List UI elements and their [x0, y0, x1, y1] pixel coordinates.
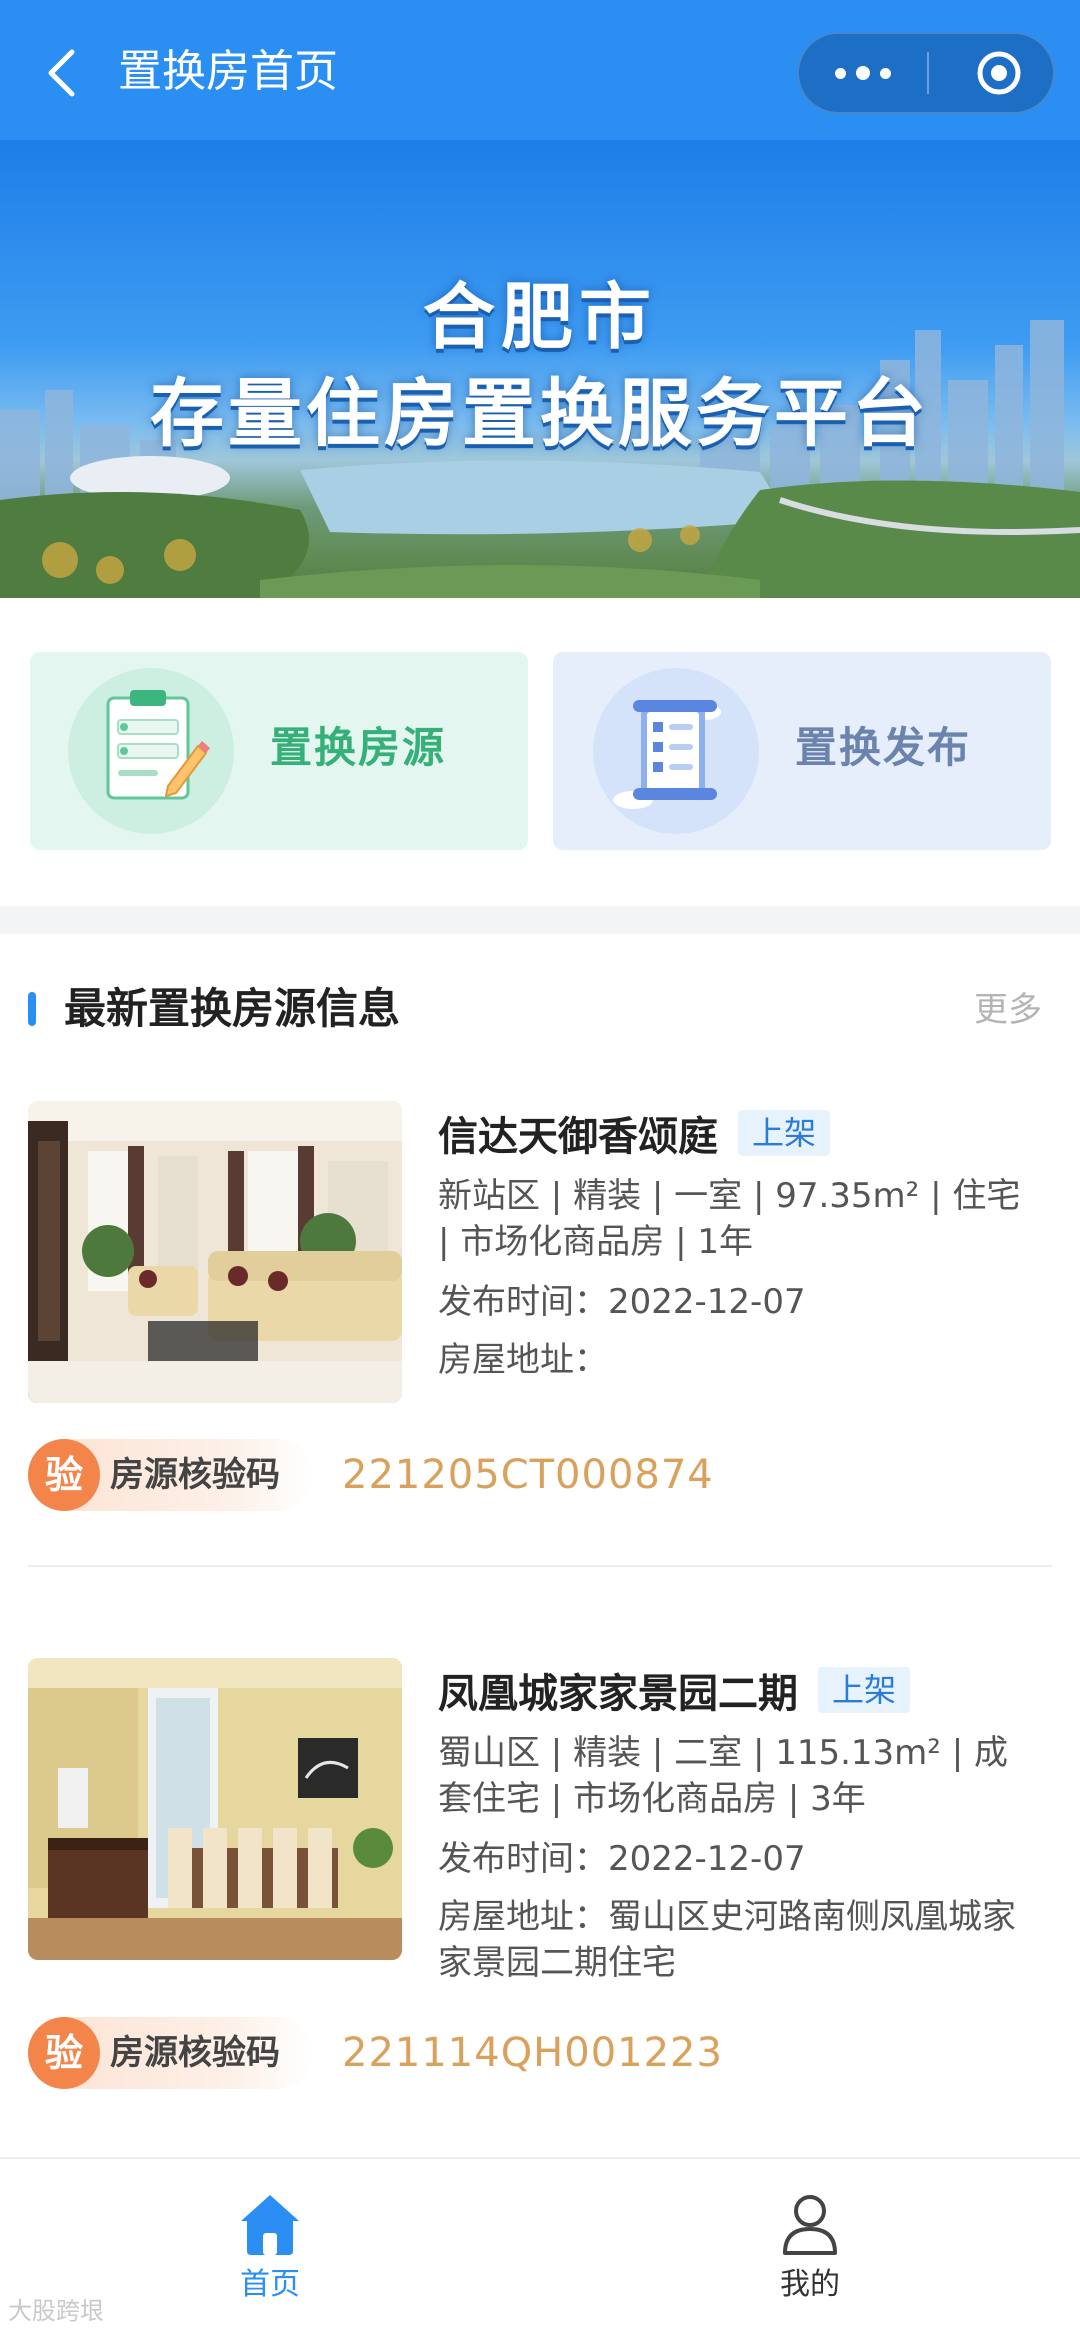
page: 置换房首页 合肥市 存量住房置换服务平台 置换房源 置换发布 最新置换房源信息 …: [0, 0, 1080, 2329]
listing-photo: [28, 1101, 402, 1403]
section-divider: [0, 906, 1080, 934]
target-circle-icon: [977, 51, 1021, 95]
back-button[interactable]: [36, 38, 86, 108]
verify-code: 221205CT000874: [342, 1452, 714, 1498]
listing-publish-time: 发布时间：2022-12-07: [438, 1839, 806, 1879]
tab-mine[interactable]: 我的: [710, 2189, 910, 2309]
banner-title-platform: 存量住房置换服务平台: [150, 371, 930, 457]
listing-name-row: 凤凰城家家景园二期 上架: [438, 1658, 911, 1722]
verify-code-tag: 验 房源核验码: [28, 1439, 314, 1511]
listing-name: 凤凰城家家景园二期: [438, 1671, 798, 1717]
more-link[interactable]: 更多: [974, 986, 1042, 1034]
verify-label: 房源核验码: [110, 2033, 280, 2073]
swap-publish-label: 置换发布: [795, 723, 972, 772]
watermark-text: 大股跨垠: [8, 2297, 104, 2325]
listing-photo: [28, 1658, 402, 1960]
quick-actions: 置换房源 置换发布: [0, 598, 1080, 906]
listing-name-row: 信达天御香颂庭 上架: [438, 1101, 831, 1165]
listing-name: 信达天御香颂庭: [438, 1114, 718, 1160]
status-badge: 上架: [818, 1667, 911, 1713]
chevron-left-icon: [48, 49, 75, 97]
section-title: 最新置换房源信息: [64, 984, 401, 1033]
swap-listings-card[interactable]: 置换房源: [30, 652, 528, 850]
more-dots-icon: [835, 67, 846, 79]
hero-banner[interactable]: 合肥市 存量住房置换服务平台: [0, 140, 1080, 598]
swap-listings-label: 置换房源: [270, 723, 447, 772]
mini-program-capsule: [797, 32, 1055, 114]
tab-mine-label: 我的: [780, 2267, 840, 2302]
listing-description: 新站区 | 精装 | 一室 | 97.35m² | 住宅 | 市场化商品房 | …: [438, 1176, 1021, 1262]
capsule-divider: [927, 52, 929, 94]
bottom-tab-bar: 首页 我的: [0, 2157, 1080, 2329]
listing-item[interactable]: 信达天御香颂庭 上架 新站区 | 精装 | 一室 | 97.35m² | 住宅 …: [0, 1101, 1080, 1481]
verify-code: 221114QH001223: [342, 2030, 723, 2076]
more-button[interactable]: [799, 34, 927, 112]
section-accent-bar: [28, 992, 36, 1026]
list-divider: [28, 1565, 1052, 1567]
close-mini-program-button[interactable]: [949, 34, 1049, 112]
latest-listings-header: 最新置换房源信息 更多: [0, 934, 1080, 1090]
clipboard-form-icon: [68, 668, 234, 834]
user-icon: [783, 2195, 837, 2255]
listing-address: 房屋地址：: [438, 1340, 608, 1380]
tab-home[interactable]: 首页: [170, 2189, 370, 2309]
tab-home-label: 首页: [240, 2267, 300, 2302]
verify-badge-icon: 验: [28, 2017, 100, 2089]
banner-title-city: 合肥市: [422, 275, 657, 359]
verify-label: 房源核验码: [110, 1455, 280, 1495]
swap-publish-card[interactable]: 置换发布: [553, 652, 1051, 850]
verify-badge-icon: 验: [28, 1439, 100, 1511]
listing-description: 蜀山区 | 精装 | 二室 | 115.13m² | 成套住宅 | 市场化商品房…: [438, 1733, 1008, 1819]
verify-code-tag: 验 房源核验码: [28, 2017, 314, 2089]
home-icon: [241, 2195, 299, 2255]
listing-publish-time: 发布时间：2022-12-07: [438, 1282, 806, 1322]
listing-item[interactable]: 凤凰城家家景园二期 上架 蜀山区 | 精装 | 二室 | 115.13m² | …: [0, 1658, 1080, 2038]
status-badge: 上架: [738, 1110, 831, 1156]
top-nav-bar: 置换房首页: [0, 0, 1080, 140]
checklist-scroll-icon: [593, 668, 759, 834]
listing-address: 房屋地址：蜀山区史河路南侧凤凰城家家景园二期住宅: [438, 1897, 1016, 1983]
page-title: 置换房首页: [118, 46, 338, 97]
